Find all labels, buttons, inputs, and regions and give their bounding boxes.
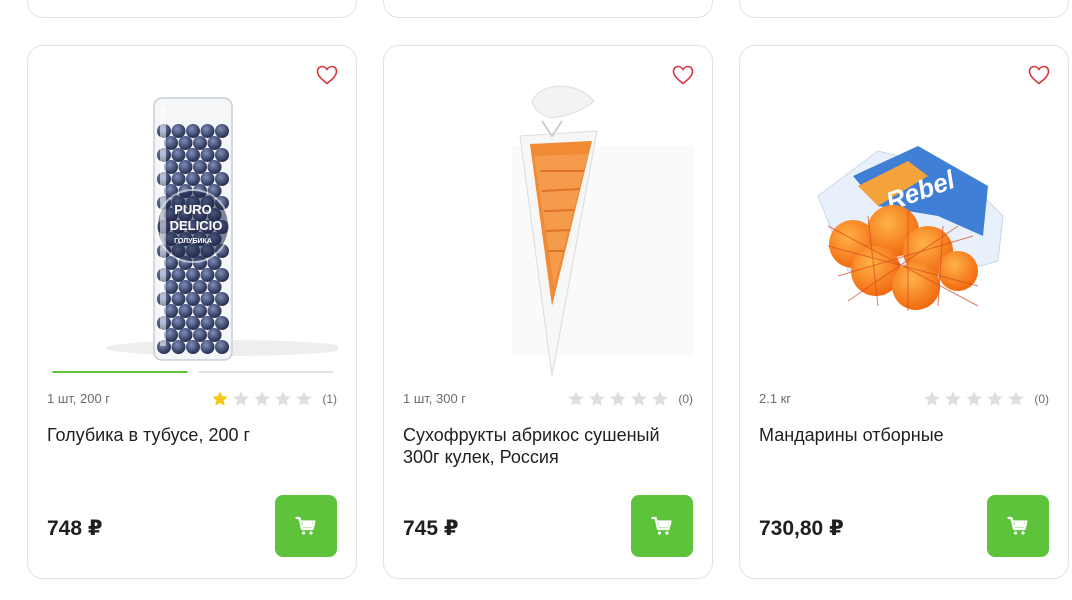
star-icon: [1008, 391, 1024, 406]
star-icon: [568, 391, 584, 406]
add-to-cart-button[interactable]: [631, 495, 693, 557]
star-icon: [296, 391, 312, 406]
rating-stars: (0): [567, 390, 693, 408]
brand-logo-text: PURO: [174, 202, 212, 217]
product-grid: PURO DELICIO ГОЛУБИКА 1 шт, 200 г (1) Го…: [0, 0, 1072, 600]
product-card-partial[interactable]: [383, 0, 713, 18]
star-icon: [987, 391, 1003, 406]
product-card[interactable]: Rebel 2.1 кг (0) Мандарины отборные 730,…: [739, 45, 1069, 579]
brand-logo-text: DELICIO: [170, 218, 223, 233]
star-icon: [589, 391, 605, 406]
star-icon: [924, 391, 940, 406]
rating-count: (1): [322, 392, 337, 406]
product-weight: 2.1 кг: [759, 391, 792, 406]
rating-count: (0): [1034, 392, 1049, 406]
slider-segment[interactable]: [198, 371, 334, 373]
product-card[interactable]: PURO DELICIO ГОЛУБИКА 1 шт, 200 г (1) Го…: [27, 45, 357, 579]
product-title[interactable]: Голубика в тубусе, 200 г: [47, 424, 339, 446]
cart-icon: [295, 516, 316, 535]
product-card-partial[interactable]: [739, 0, 1069, 18]
product-price: 748 ₽: [47, 517, 103, 540]
product-card[interactable]: 1 шт, 300 г (0) Сухофрукты абрикос сушен…: [383, 45, 713, 579]
star-icon: [212, 391, 228, 406]
add-to-cart-button[interactable]: [275, 495, 337, 557]
star-icon: [610, 391, 626, 406]
star-icon: [254, 391, 270, 406]
product-title[interactable]: Сухофрукты абрикос сушеный 300г кулек, Р…: [403, 424, 695, 468]
product-weight: 1 шт, 200 г: [47, 391, 111, 406]
star-icon: [966, 391, 982, 406]
cart-icon: [651, 516, 672, 535]
cart-icon: [1007, 516, 1028, 535]
star-icon: [631, 391, 647, 406]
brand-logo-text: ГОЛУБИКА: [174, 238, 212, 245]
product-title[interactable]: Мандарины отборные: [759, 424, 1051, 446]
star-icon: [945, 391, 961, 406]
star-icon: [233, 391, 249, 406]
add-to-cart-button[interactable]: [987, 495, 1049, 557]
image-slider-indicator[interactable]: [52, 371, 334, 373]
product-image-tangerines[interactable]: Rebel: [758, 76, 1050, 376]
star-icon: [275, 391, 291, 406]
rating-count: (0): [678, 392, 693, 406]
product-price: 745 ₽: [403, 517, 459, 540]
slider-segment[interactable]: [52, 371, 188, 373]
product-image-blueberry[interactable]: PURO DELICIO ГОЛУБИКА: [46, 76, 338, 376]
rating-stars: (1): [211, 390, 337, 408]
product-image-dried-apricot[interactable]: [402, 76, 694, 376]
star-icon: [652, 391, 668, 406]
product-price: 730,80 ₽: [759, 517, 844, 540]
rating-stars: (0): [923, 390, 1049, 408]
product-weight: 1 шт, 300 г: [403, 391, 467, 406]
product-card-partial[interactable]: [27, 0, 357, 18]
